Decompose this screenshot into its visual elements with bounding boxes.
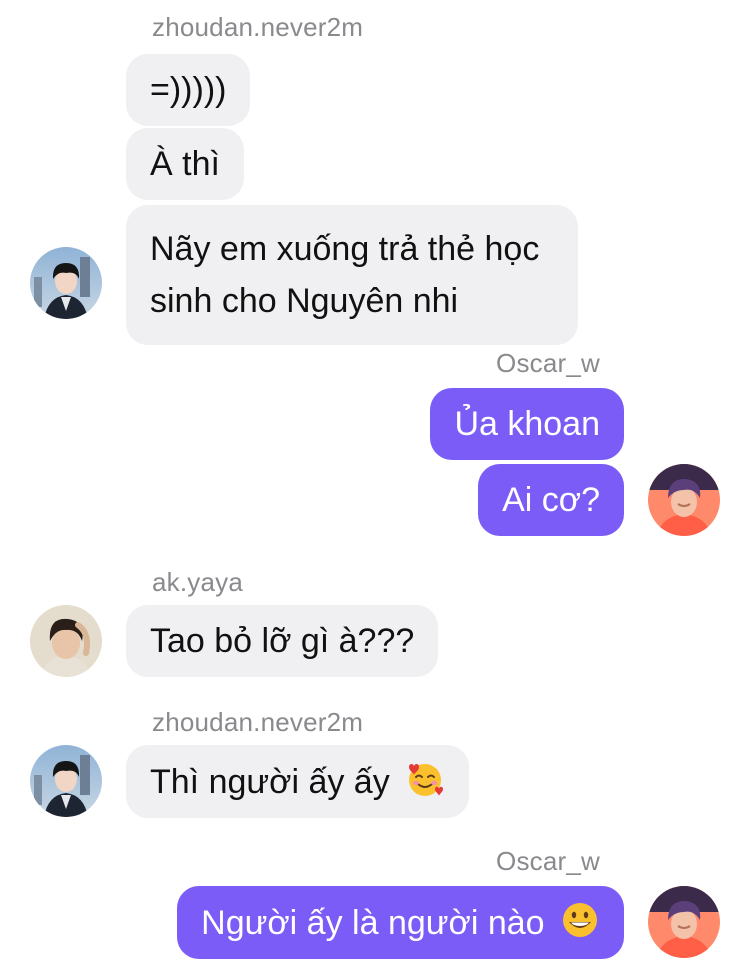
avatar-oscar[interactable]: [648, 464, 720, 536]
grinning-face-icon: [560, 900, 600, 940]
chat-thread: zhoudan.never2m =))))) À thì Nãy em xuốn…: [0, 0, 750, 959]
message-bubble-incoming[interactable]: Nãy em xuống trả thẻ học sinh cho Nguyên…: [126, 205, 578, 345]
avatar-zhoudan[interactable]: [30, 745, 102, 817]
message-bubble-outgoing[interactable]: Người ấy là người nào: [177, 886, 624, 959]
message-bubble-outgoing[interactable]: Ai cơ?: [478, 464, 624, 536]
sender-name: Oscar_w: [496, 348, 600, 378]
message-bubble-incoming[interactable]: =))))): [126, 54, 251, 126]
message-text: Người ấy là người nào: [201, 904, 545, 942]
message-bubble-outgoing[interactable]: Ủa khoan: [430, 388, 624, 460]
message-bubble-incoming[interactable]: Tao bỏ lỡ gì à???: [126, 605, 439, 677]
sender-name: zhoudan.never2m: [152, 707, 364, 737]
avatar-zhoudan[interactable]: [30, 247, 102, 319]
avatar-akyaya[interactable]: [30, 605, 102, 677]
avatar-oscar[interactable]: [648, 886, 720, 958]
message-text: Thì người ấy ấy: [150, 763, 390, 801]
smiling-face-with-hearts-icon: [405, 759, 445, 799]
message-bubble-incoming[interactable]: Thì người ấy ấy: [126, 745, 470, 818]
sender-name: Oscar_w: [496, 846, 600, 876]
sender-name: zhoudan.never2m: [152, 12, 364, 42]
sender-name: ak.yaya: [152, 567, 244, 597]
message-bubble-incoming[interactable]: À thì: [126, 128, 244, 200]
